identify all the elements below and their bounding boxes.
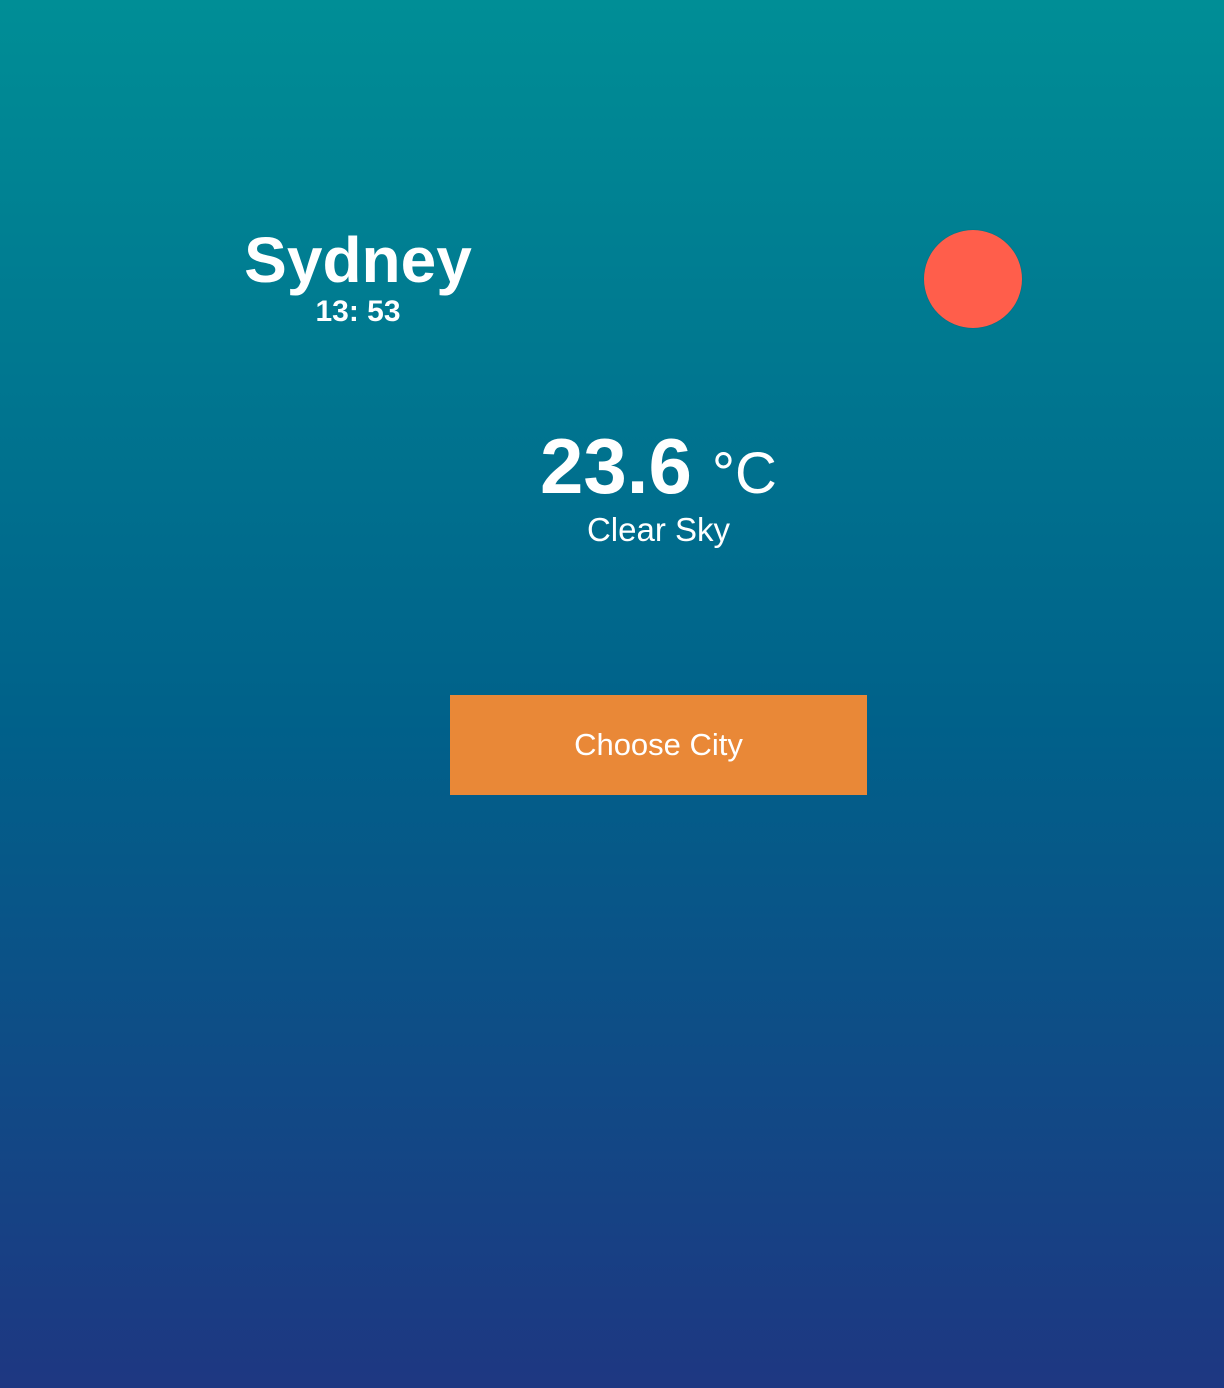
weather-condition: Clear Sky: [586, 511, 731, 548]
temperature-row: 23.6 °C: [450, 418, 867, 514]
local-time: 13: 53: [315, 295, 401, 328]
temperature-value: 23.6: [540, 422, 692, 510]
current-weather: 23.6 °C Clear Sky: [450, 418, 867, 550]
city-name: Sydney: [244, 224, 472, 296]
choose-city-button[interactable]: Choose City: [450, 695, 867, 795]
sun-icon: [924, 230, 1022, 328]
temperature-unit: °C: [711, 441, 777, 506]
location-block: Sydney 13: 53: [244, 224, 472, 328]
